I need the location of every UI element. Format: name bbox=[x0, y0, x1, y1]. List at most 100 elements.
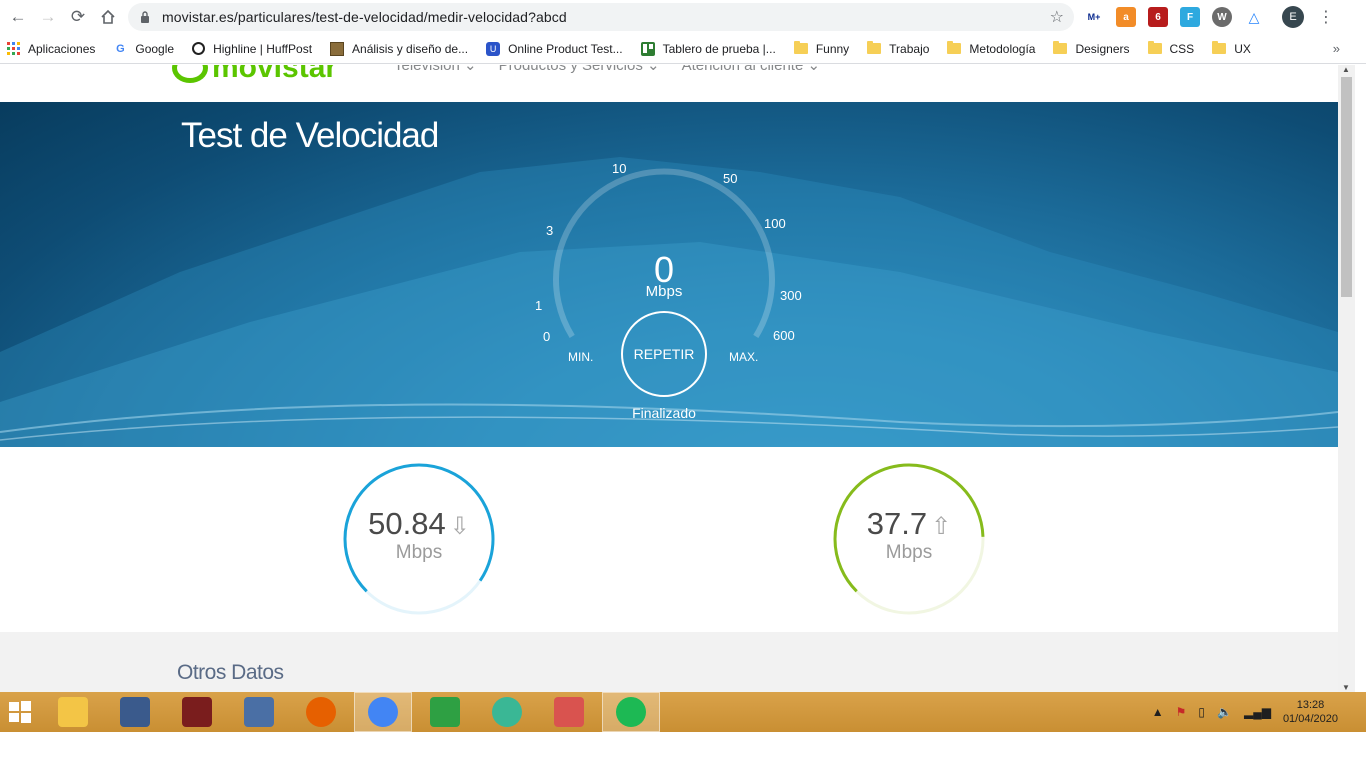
bookmark-label: Designers bbox=[1075, 41, 1130, 56]
snipping-app[interactable] bbox=[540, 692, 598, 732]
drive-extension-icon[interactable]: △ bbox=[1244, 7, 1264, 27]
store-app[interactable] bbox=[416, 692, 474, 732]
download-value-row: 50.84 ⇩ bbox=[339, 506, 499, 542]
bookmark-ux[interactable]: UX bbox=[1212, 41, 1251, 56]
gauge-tick-3: 3 bbox=[546, 223, 554, 238]
page-scrollbar[interactable]: ▲ ▼ bbox=[1338, 65, 1355, 692]
page-icon bbox=[330, 41, 345, 56]
bookmark-tablero[interactable]: Tablero de prueba |... bbox=[640, 41, 776, 56]
upload-unit: Mbps bbox=[885, 542, 933, 563]
bookmark-google[interactable]: G Google bbox=[113, 42, 174, 56]
logo-text: movistar bbox=[212, 65, 338, 84]
scroll-up-arrow-icon[interactable]: ▲ bbox=[1342, 65, 1350, 74]
ublock-extension-icon[interactable]: 6 bbox=[1148, 7, 1168, 27]
download-result: 50.84 ⇩ Mbps bbox=[339, 459, 499, 619]
gauge-tick-100: 100 bbox=[764, 216, 786, 231]
google-icon: G bbox=[116, 42, 125, 55]
bookmark-label: Google bbox=[135, 41, 175, 56]
gauge-tick-10: 10 bbox=[612, 161, 627, 176]
atom-icon bbox=[492, 697, 522, 727]
network-flag-icon[interactable]: ⚑ bbox=[1176, 705, 1187, 719]
windows-start-icon[interactable] bbox=[0, 692, 40, 732]
volume-icon[interactable]: 🔈 bbox=[1217, 705, 1232, 719]
wappalyzer-extension-icon[interactable]: W bbox=[1212, 7, 1232, 27]
taskbar-apps bbox=[44, 692, 664, 732]
folder-icon bbox=[947, 41, 962, 56]
firefox-icon bbox=[306, 697, 336, 727]
scrollbar-thumb[interactable] bbox=[1341, 77, 1352, 297]
desktop-bottom-strip bbox=[0, 732, 1366, 768]
tray-expand-icon[interactable]: ▲ bbox=[1152, 705, 1164, 719]
clock-time: 13:28 bbox=[1296, 699, 1325, 711]
remote-desktop-app[interactable] bbox=[106, 692, 164, 732]
bookmarks-bar: Aplicaciones G Google Highline | HuffPos… bbox=[0, 34, 1366, 64]
address-bar[interactable]: movistar.es/particulares/test-de-velocid… bbox=[128, 3, 1074, 31]
repeat-button[interactable]: REPETIR bbox=[621, 311, 707, 397]
bookmark-label: CSS bbox=[1169, 41, 1195, 56]
folder-icon bbox=[867, 41, 882, 56]
gauge-tick-50: 50 bbox=[723, 171, 738, 186]
wifi-signal-icon[interactable]: ▂▄▆ bbox=[1244, 705, 1271, 719]
reload-icon[interactable]: ⟳ bbox=[64, 3, 92, 31]
bookmark-trabajo[interactable]: Trabajo bbox=[867, 41, 930, 56]
windows-taskbar: ▲ ⚑ ▯ 🔈 ▂▄▆ 13:28 01/04/2020 bbox=[0, 692, 1366, 732]
bookmark-css[interactable]: CSS bbox=[1147, 41, 1195, 56]
monitor-icon bbox=[120, 697, 150, 727]
browser-toolbar: ← → ⟳ movistar.es/particulares/test-de-v… bbox=[0, 0, 1366, 34]
gauge-tick-1: 1 bbox=[535, 298, 543, 313]
chrome-app[interactable] bbox=[354, 692, 412, 732]
forward-arrow-icon[interactable]: → bbox=[34, 3, 62, 31]
feedly-extension-icon[interactable]: F bbox=[1180, 7, 1200, 27]
site-header: movistar Televisión ⌄ Productos y Servic… bbox=[0, 65, 1338, 102]
gauge-min-label: MIN. bbox=[568, 350, 594, 364]
bookmark-funny[interactable]: Funny bbox=[793, 41, 849, 56]
bookmark-label: Highline | HuffPost bbox=[213, 41, 313, 56]
download-arrow-icon: ⇩ bbox=[449, 513, 470, 540]
folder-icon bbox=[58, 697, 88, 727]
upload-arrow-icon: ⇧ bbox=[931, 513, 952, 540]
bookmark-star-icon[interactable]: ☆ bbox=[1050, 7, 1064, 27]
trello-icon bbox=[640, 41, 655, 56]
movistar-logo[interactable]: movistar bbox=[172, 65, 337, 85]
store-icon bbox=[430, 697, 460, 727]
huffpost-icon bbox=[192, 42, 206, 55]
speedtest-hero: Test de Velocidad 0 1 3 10 50 100 300 60… bbox=[0, 102, 1338, 447]
taskbar-clock[interactable]: 13:28 01/04/2020 bbox=[1283, 698, 1338, 726]
bookmark-designers[interactable]: Designers bbox=[1053, 41, 1130, 56]
bookmark-label: Análisis y diseño de... bbox=[352, 41, 469, 56]
atom-app[interactable] bbox=[478, 692, 536, 732]
firefox-app[interactable] bbox=[292, 692, 350, 732]
folder-icon bbox=[1053, 41, 1068, 56]
bookmark-online-product[interactable]: U Online Product Test... bbox=[486, 41, 623, 56]
upload-value-row: 37.7 ⇧ bbox=[829, 506, 989, 542]
lock-icon bbox=[128, 11, 162, 23]
home-icon[interactable] bbox=[94, 3, 122, 31]
bookmark-huffpost[interactable]: Highline | HuffPost bbox=[192, 42, 312, 56]
apps-grid-icon bbox=[6, 42, 20, 56]
movistar-plus-extension-icon[interactable]: M+ bbox=[1084, 7, 1104, 27]
bookmark-label: Aplicaciones bbox=[28, 41, 96, 56]
kebab-menu-icon[interactable]: ⋮ bbox=[1318, 7, 1334, 27]
bookmark-label: Trabajo bbox=[889, 41, 930, 56]
profile-avatar[interactable]: E bbox=[1282, 6, 1304, 28]
bookmark-analisis[interactable]: Análisis y diseño de... bbox=[330, 41, 469, 56]
upload-result: 37.7 ⇧ Mbps bbox=[829, 459, 989, 619]
back-arrow-icon[interactable]: ← bbox=[4, 3, 32, 31]
media-player-app[interactable] bbox=[168, 692, 226, 732]
folder-icon bbox=[1212, 41, 1227, 56]
nav-productos[interactable]: Productos y Servicios ⌄ bbox=[499, 65, 660, 74]
url-text: movistar.es/particulares/test-de-velocid… bbox=[162, 9, 567, 25]
remote-connection-app[interactable] bbox=[230, 692, 288, 732]
download-unit: Mbps bbox=[395, 542, 443, 563]
shopping-extension-icon[interactable]: a bbox=[1116, 7, 1136, 27]
bookmark-label: Tablero de prueba |... bbox=[662, 41, 776, 56]
spotify-app[interactable] bbox=[602, 692, 660, 732]
bookmark-metodologia[interactable]: Metodología bbox=[947, 41, 1035, 56]
nav-atencion[interactable]: Atención al cliente ⌄ bbox=[682, 65, 820, 74]
battery-icon[interactable]: ▯ bbox=[1198, 705, 1205, 719]
scroll-down-arrow-icon[interactable]: ▼ bbox=[1342, 683, 1350, 692]
bookmark-apps[interactable]: Aplicaciones bbox=[6, 42, 95, 56]
nav-television[interactable]: Televisión ⌄ bbox=[394, 65, 477, 74]
bookmarks-overflow-icon[interactable]: » bbox=[1333, 41, 1340, 56]
file-explorer-app[interactable] bbox=[44, 692, 102, 732]
